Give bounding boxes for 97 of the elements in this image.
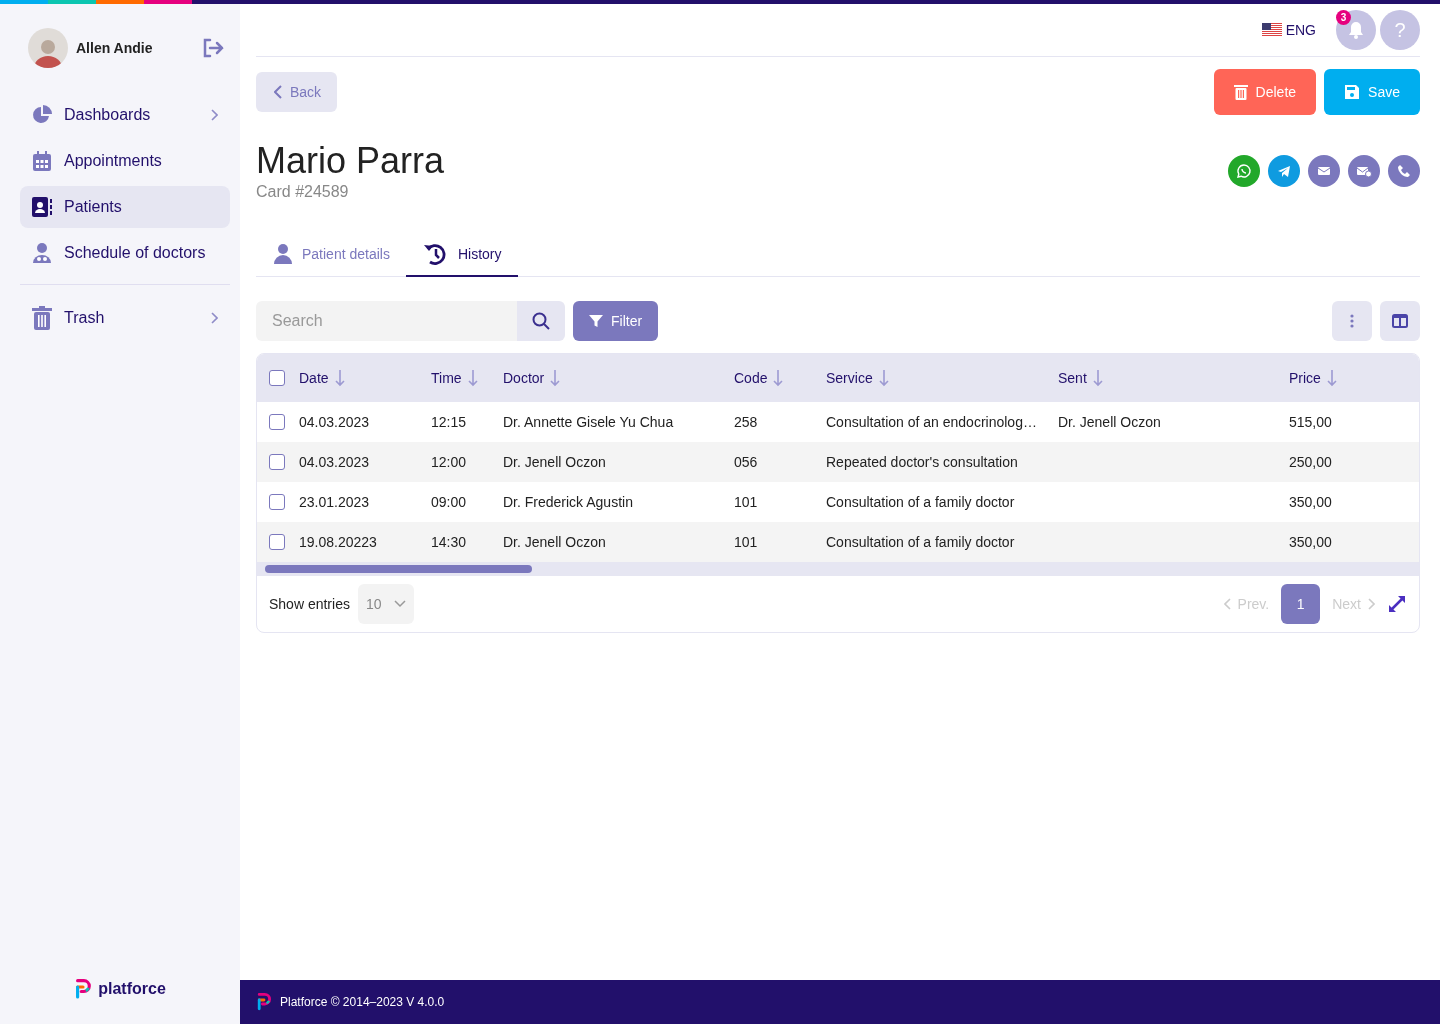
select-all-checkbox[interactable]	[269, 370, 285, 386]
table-cell-text: 12:00	[431, 454, 468, 470]
notifications-button[interactable]: 3	[1336, 10, 1376, 50]
email-button[interactable]	[1308, 155, 1340, 187]
sidebar-item[interactable]: Patients	[20, 186, 230, 228]
sort-arrow-icon[interactable]	[334, 369, 345, 387]
table-cell-text: 350,00	[1289, 494, 1333, 510]
column-header[interactable]: Price	[1289, 370, 1321, 386]
sort-arrow-icon[interactable]	[550, 369, 561, 387]
phone-icon	[1396, 163, 1412, 179]
sort-arrow-icon[interactable]	[773, 369, 784, 387]
table-cell-text: 09:00	[431, 494, 468, 510]
patient-name: Mario Parra	[256, 141, 445, 181]
search-button[interactable]	[517, 301, 565, 341]
row-checkbox[interactable]	[269, 454, 285, 470]
search-icon	[532, 312, 550, 330]
sidebar-item[interactable]: Appointments	[20, 140, 230, 182]
contact-book-icon	[32, 197, 52, 217]
table-cell-text: 515,00	[1289, 414, 1333, 430]
table-cell-text: 23.01.2023	[299, 494, 371, 510]
table-cell-text: Dr. Jenell Oczon	[503, 454, 607, 470]
phone-button[interactable]	[1388, 155, 1420, 187]
vertical-dots-icon	[1350, 314, 1354, 328]
chevron-left-icon	[274, 85, 282, 99]
trash-icon	[1233, 84, 1248, 100]
column-header[interactable]: Doctor	[503, 370, 545, 386]
row-checkbox[interactable]	[269, 414, 285, 430]
column-header[interactable]: Sent	[1058, 370, 1087, 386]
table-cell-text: 04.03.2023	[299, 414, 371, 430]
chevron-left-icon	[1223, 598, 1232, 610]
sidebar-item[interactable]: Dashboards	[20, 94, 230, 136]
pie-chart-icon	[32, 105, 52, 125]
notification-badge: 3	[1336, 10, 1351, 25]
columns-icon	[1392, 314, 1408, 328]
table-cell-text: Consultation of a family doctor	[826, 494, 1016, 510]
table-cell-text: Consultation of a family doctor	[826, 534, 1016, 550]
table-cell-text: 14:30	[431, 534, 468, 550]
calendar-icon	[33, 151, 51, 171]
column-header[interactable]: Date	[299, 370, 329, 386]
table-cell-text: 350,00	[1289, 534, 1333, 550]
table-cell-text: 101	[734, 494, 759, 510]
funnel-icon	[589, 314, 603, 328]
chevron-down-icon	[393, 600, 406, 608]
columns-button[interactable]	[1380, 301, 1420, 341]
email-check-button[interactable]	[1348, 155, 1380, 187]
show-entries-label: Show entries	[269, 596, 350, 612]
sidebar-item[interactable]: Schedule of doctors	[20, 232, 230, 274]
logout-icon[interactable]	[202, 38, 224, 58]
card-number: Card #24589	[256, 183, 350, 201]
table-cell-text: 12:15	[431, 414, 468, 430]
filter-button[interactable]: Filter	[573, 301, 659, 341]
trash-icon	[32, 306, 52, 330]
logo-icon	[256, 992, 272, 1012]
column-header[interactable]: Time	[431, 370, 462, 386]
brand-name: platforce	[98, 980, 166, 999]
table-cell-text: Dr. Jenell Oczon	[503, 534, 607, 550]
paper-plane-icon	[1276, 163, 1292, 179]
avatar	[28, 28, 68, 68]
table-cell-text: 258	[734, 414, 759, 430]
doctor-icon	[33, 243, 51, 263]
table-cell-text: 04.03.2023	[299, 454, 371, 470]
sort-arrow-icon[interactable]	[1326, 369, 1337, 387]
flag-icon	[1261, 23, 1282, 37]
chevron-right-icon	[1367, 598, 1375, 610]
telegram-button[interactable]	[1268, 155, 1300, 187]
table-cell-text: Repeated doctor's consultation	[826, 454, 1019, 470]
sidebar-item[interactable]: Trash	[20, 297, 230, 339]
chat-bubble-icon	[1236, 163, 1252, 179]
bell-icon	[1348, 21, 1364, 39]
column-header[interactable]: Code	[734, 370, 768, 386]
tab[interactable]: History	[405, 233, 518, 277]
sort-arrow-icon[interactable]	[467, 369, 478, 387]
table-cell-text: Dr. Jenell Oczon	[1058, 414, 1162, 430]
scrollbar-thumb[interactable]	[265, 565, 532, 573]
person-icon	[274, 244, 292, 264]
expand-icon[interactable]	[1387, 594, 1407, 614]
tab[interactable]: Patient details	[258, 233, 406, 277]
table-cell-text: 056	[734, 454, 759, 470]
table-cell-text: 101	[734, 534, 759, 550]
row-checkbox[interactable]	[269, 534, 285, 550]
search-field[interactable]: Search	[256, 301, 517, 341]
table-cell-text: 19.08.20223	[299, 534, 378, 550]
page-button[interactable]: 1	[1281, 584, 1321, 624]
table-cell-text: Dr. Annette Gisele Yu Chua	[503, 414, 675, 430]
history-icon	[421, 242, 448, 266]
language-label[interactable]: ENG	[1285, 22, 1316, 38]
logo-icon	[74, 978, 93, 1000]
table-cell-text: 250,00	[1289, 454, 1333, 470]
table-cell-text: Dr. Frederick Agustin	[503, 494, 634, 510]
sort-arrow-icon[interactable]	[1092, 369, 1103, 387]
sort-arrow-icon[interactable]	[878, 369, 889, 387]
footer-text: Platforce © 2014–2023 V 4.0.0	[280, 995, 445, 1009]
whatsapp-button[interactable]	[1228, 155, 1260, 187]
table-cell-text: Consultation of an endocrinolog…	[826, 414, 1038, 430]
column-header[interactable]: Service	[826, 370, 873, 386]
row-checkbox[interactable]	[269, 494, 285, 510]
user-name: Allen Andie	[76, 40, 154, 56]
